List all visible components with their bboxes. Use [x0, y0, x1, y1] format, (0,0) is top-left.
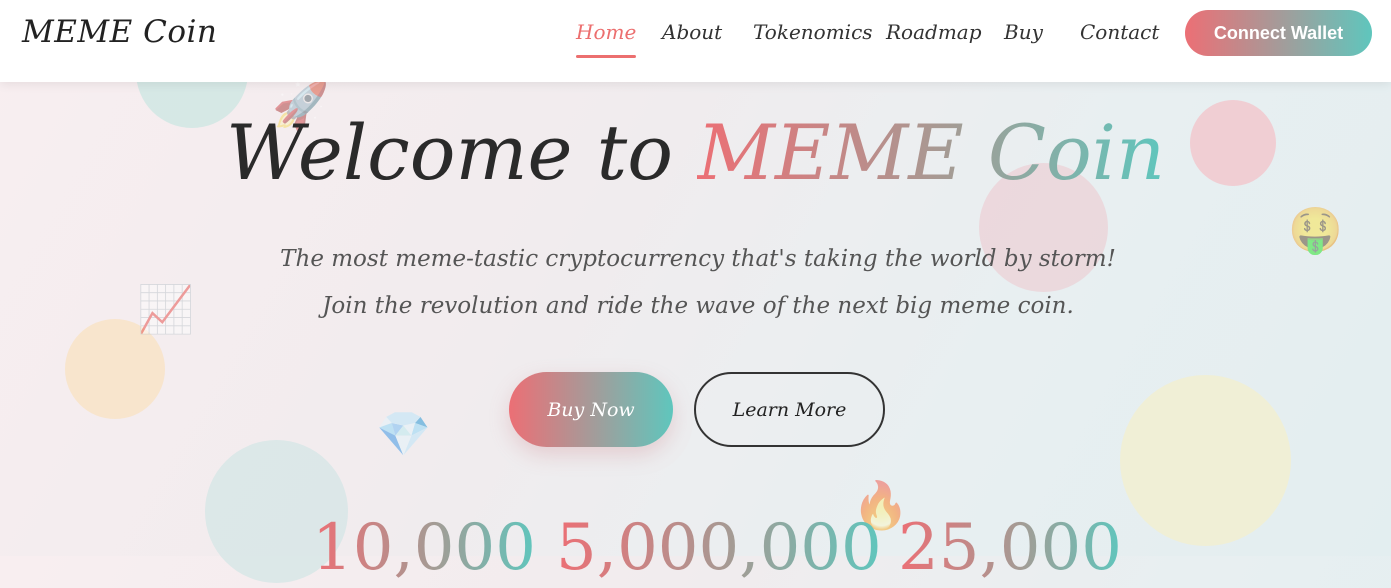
site-logo[interactable]: MEME Coin: [22, 14, 217, 50]
hero-title-prefix: Welcome to: [225, 108, 673, 197]
nav-link-contact[interactable]: Contact: [1080, 20, 1159, 44]
nav-link-buy[interactable]: Buy: [1004, 20, 1043, 44]
chart-icon: 📈: [137, 282, 195, 336]
nav-link-roadmap[interactable]: Roadmap: [886, 20, 982, 44]
connect-wallet-button[interactable]: Connect Wallet: [1185, 10, 1372, 56]
nav-link-home[interactable]: Home: [576, 20, 637, 58]
nav-link-about[interactable]: About: [662, 20, 722, 44]
nav-link-tokenomics[interactable]: Tokenomics: [753, 20, 873, 44]
stat-value-holders: 10,000: [312, 508, 536, 588]
hero-title-accent: MEME Coin: [697, 108, 1166, 197]
hero-subtitle: The most meme-tastic cryptocurrency that…: [280, 246, 1116, 319]
active-nav-indicator: [576, 55, 637, 58]
top-navbar: MEME Coin Home About Tokenomics Roadmap …: [0, 0, 1391, 82]
learn-more-button[interactable]: Learn More: [694, 372, 885, 447]
stat-value-community: 25,000: [898, 508, 1122, 588]
bg-bubble-yellow-right: [1120, 375, 1291, 546]
stat-value-supply: 5,000,000: [556, 508, 882, 588]
buy-now-button[interactable]: Buy Now: [509, 372, 673, 447]
nav-link-label: Home: [576, 20, 637, 44]
diamond-icon: 💎: [376, 409, 431, 460]
money-face-icon: 🤑: [1288, 205, 1343, 256]
hero-title: Welcome to MEME Coin: [0, 108, 1391, 197]
